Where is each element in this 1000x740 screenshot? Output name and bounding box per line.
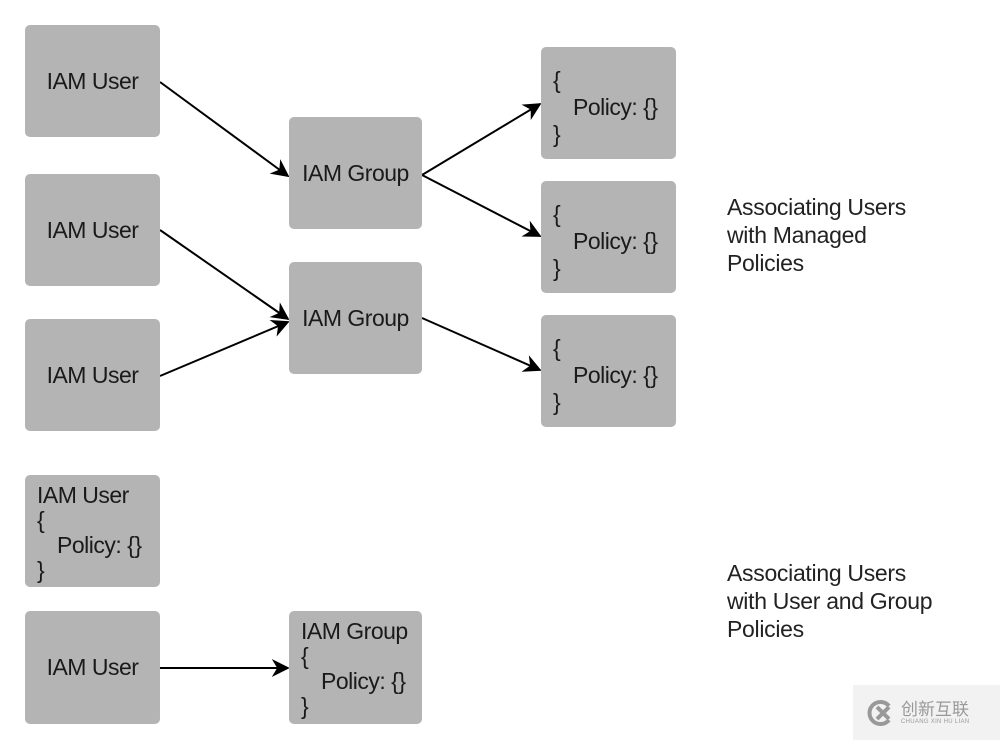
watermark-subtext: CHUANG XIN HU LIAN [901,718,970,725]
managed-policy-box: { Policy: {} } [541,181,676,293]
arrow-group1-policy1 [421,103,542,176]
managed-policy-box: { Policy: {} } [541,47,676,159]
iam-user-box: IAM User [25,25,160,137]
iam-group-inline-policy-box: IAM Group { Policy: {} } [289,611,422,724]
caption-user-group-policies: Associating Users with User and Group Po… [727,559,933,643]
iam-user-box: IAM User [25,174,160,286]
arrow-group1-policy2 [421,174,542,237]
arrow-user3-group2 [159,320,290,377]
caption-line: with User and Group [727,588,933,614]
brace-open: { [37,507,45,533]
policy-text: Policy: {} [573,94,658,120]
brace-open: { [553,201,561,227]
brace-close: } [301,693,309,719]
arrow-group2-policy3 [421,317,542,372]
brace-close: } [553,389,561,415]
policy-text: Policy: {} [321,668,406,694]
policy-text: Policy: {} [57,532,142,558]
watermark-text: 创新互联 [901,699,969,719]
iam-group-box: IAM Group [289,117,422,229]
box-label: IAM User [46,361,139,388]
box-label: IAM User [46,654,139,680]
iam-group-box: IAM Group [289,262,422,374]
caption-line: Policies [727,616,804,642]
iam-user-box: IAM User [25,319,160,431]
iam-user-inline-policy-box: IAM User { Policy: {} } [25,475,160,587]
iam-user-box: IAM User [25,611,160,724]
arrow-user1-group1 [159,81,290,178]
policy-text: Policy: {} [573,362,658,388]
brace-open: { [553,335,561,361]
caption-line: Policies [727,250,804,276]
brace-open: { [301,643,309,669]
caption-line: Associating Users [727,560,906,586]
box-label: IAM Group [302,159,409,186]
caption-managed-policies: Associating Users with Managed Policies [727,193,906,277]
brace-close: } [553,121,561,147]
watermark-logo-icon [867,699,891,726]
box-label: IAM User [46,216,139,243]
brace-open: { [553,67,561,93]
brace-close: } [553,255,561,281]
box-title: IAM User [37,482,129,508]
policy-text: Policy: {} [573,228,658,254]
managed-policy-box: { Policy: {} } [541,315,676,427]
caption-line: Associating Users [727,194,906,220]
watermark: 创新互联 CHUANG XIN HU LIAN [853,685,1000,740]
box-label: IAM Group [302,304,409,331]
arrow-user2-group2 [159,229,290,321]
brace-close: } [37,557,45,583]
box-label: IAM User [46,67,139,94]
caption-line: with Managed [727,222,867,248]
box-title: IAM Group [301,618,408,644]
